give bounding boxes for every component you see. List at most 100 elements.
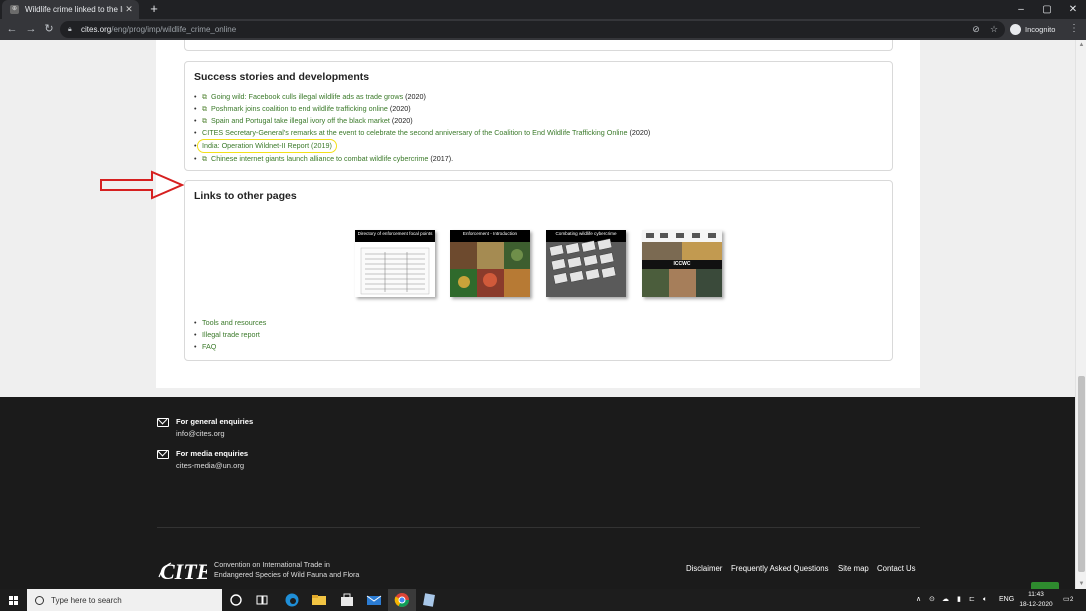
main-content: Success stories and developments ⧉ Going … <box>156 40 920 388</box>
scroll-up-icon[interactable]: ▲ <box>1078 42 1085 48</box>
external-link-icon: ⧉ <box>202 94 207 101</box>
thumbnail-iccwc[interactable]: ICCWC <box>642 230 722 297</box>
external-link-icon: ⧉ <box>202 156 207 163</box>
document-preview-image <box>360 247 430 295</box>
contact-us-link[interactable]: Contact Us <box>877 564 916 573</box>
success-stories-card: Success stories and developments ⧉ Going … <box>184 61 893 171</box>
yellow-highlight-circle: India: Operation Wildnet-II Report (2019… <box>197 139 337 153</box>
tray-app-icon[interactable]: ⊙ <box>929 589 935 611</box>
story-item: ⧉ Going wild: Facebook culls illegal wild… <box>194 91 650 103</box>
url-domain: cites.org <box>81 25 112 34</box>
keyboard-photo <box>546 238 626 297</box>
restore-button[interactable]: ▢ <box>1034 0 1060 19</box>
task-view-icon[interactable] <box>254 592 270 608</box>
reload-icon[interactable]: ↻ <box>42 22 56 36</box>
browser-tab[interactable]: ⊕ Wildlife crime linked to the Inter ✕ <box>2 0 139 19</box>
back-to-top-button[interactable] <box>1031 582 1059 589</box>
scroll-thumb[interactable] <box>1078 376 1085 572</box>
file-explorer-icon[interactable] <box>311 592 327 608</box>
network-icon[interactable]: ⊏ <box>969 589 975 611</box>
window-close-button[interactable]: ✕ <box>1060 0 1086 19</box>
thumbnail-row: Directory of enforcement focal points En… <box>355 230 735 300</box>
success-stories-heading: Success stories and developments <box>194 71 370 83</box>
edge-browser-icon[interactable] <box>284 592 300 608</box>
story-link[interactable]: Chinese internet giants launch alliance … <box>211 154 428 163</box>
bookmark-star-icon[interactable]: ☆ <box>988 21 1000 38</box>
thumbnail-enforcement[interactable]: Enforcement - Introduction <box>450 230 530 297</box>
disclaimer-link[interactable]: Disclaimer <box>686 564 722 573</box>
page-link[interactable]: FAQ <box>202 342 216 351</box>
story-link[interactable]: CITES Secretary-General's remarks at the… <box>202 128 628 137</box>
page-link-item: Illegal trade report <box>194 329 266 341</box>
page-link[interactable]: Illegal trade report <box>202 330 260 339</box>
svg-text:CITES: CITES <box>160 559 207 584</box>
mail-icon[interactable] <box>366 592 382 608</box>
story-link[interactable]: Poshmark joins coalition to end wildlife… <box>211 104 388 113</box>
story-item-highlighted: India: Operation Wildnet-II Report (2019… <box>194 139 650 153</box>
general-enquiries-title: For general enquiries <box>176 417 254 426</box>
volume-icon[interactable]: 🔈︎ <box>983 589 987 611</box>
external-link-icon: ⧉ <box>202 106 207 113</box>
tracking-blocked-icon[interactable]: ⊘ <box>970 21 982 38</box>
lock-icon: 🔒︎ <box>68 26 72 33</box>
story-link[interactable]: Spain and Portugal take illegal ivory of… <box>211 116 390 125</box>
action-center-icon[interactable]: ▭ <box>1063 589 1070 611</box>
cites-logo[interactable]: CITES <box>157 555 207 585</box>
incognito-indicator[interactable]: Incognito <box>1010 21 1064 38</box>
media-email-link[interactable]: cites-media@un.org <box>176 461 244 470</box>
faq-link[interactable]: Frequently Asked Questions <box>731 564 829 573</box>
convention-line-1: Convention on International Trade in <box>214 560 330 569</box>
convention-line-2: Endangered Species of Wild Fauna and Flo… <box>214 570 360 579</box>
story-item: ⧉ Spain and Portugal take illegal ivory o… <box>194 115 650 127</box>
address-bar[interactable]: 🔒︎ cites.org /eng/prog/imp/wildlife_crim… <box>60 21 1005 38</box>
taskbar-search-box[interactable]: Type here to search <box>27 589 222 611</box>
incognito-label: Incognito <box>1025 25 1056 34</box>
story-item: CITES Secretary-General's remarks at the… <box>194 127 650 139</box>
page-link-item: FAQ <box>194 341 266 353</box>
story-link[interactable]: India: Operation Wildnet-II Report (2019… <box>202 141 332 150</box>
cites-favicon-icon: ⊕ <box>10 5 19 14</box>
chrome-icon[interactable] <box>394 592 410 608</box>
envelope-icon <box>157 450 169 459</box>
notification-count: 2 <box>1070 597 1074 603</box>
windows-start-icon[interactable] <box>0 589 27 611</box>
other-pages-list: Tools and resources Illegal trade report… <box>194 317 266 353</box>
site-map-link[interactable]: Site map <box>838 564 869 573</box>
tab-close-icon[interactable]: ✕ <box>123 4 135 15</box>
forward-arrow-icon[interactable]: → <box>24 22 38 36</box>
new-tab-button[interactable]: + <box>147 2 161 16</box>
stories-list: ⧉ Going wild: Facebook culls illegal wild… <box>194 91 650 165</box>
browser-menu-icon[interactable]: ⋮ <box>1068 22 1080 36</box>
page-scrollbar[interactable]: ▲ ▼ <box>1075 40 1086 589</box>
browser-toolbar: ← → ↻ 🔒︎ cites.org /eng/prog/imp/wildlif… <box>0 19 1086 40</box>
clock-date: 18-12-2020 <box>1019 601 1053 608</box>
page-link-item: Tools and resources <box>194 317 266 329</box>
thumbnail-title: ICCWC <box>673 261 691 267</box>
incognito-icon <box>1010 24 1021 35</box>
tray-overflow-icon[interactable]: ∧ <box>916 589 921 611</box>
windows-taskbar: Type here to search ∧ ⊙ ☁ ▮ ⊏ 🔈︎ ENG 11:… <box>0 589 1086 611</box>
back-arrow-icon[interactable]: ← <box>5 22 19 36</box>
cortana-icon[interactable] <box>228 592 244 608</box>
store-icon[interactable] <box>339 592 355 608</box>
external-link-icon: ⧉ <box>202 118 207 125</box>
onedrive-cloud-icon[interactable]: ☁ <box>942 589 949 611</box>
battery-icon[interactable]: ▮ <box>957 589 961 611</box>
url-path: /eng/prog/imp/wildlife_crime_online <box>111 25 237 34</box>
minimize-button[interactable]: – <box>1008 0 1034 19</box>
thumbnail-focal-points[interactable]: Directory of enforcement focal points <box>355 230 435 297</box>
enforcement-photo-collage <box>450 242 530 297</box>
taskbar-clock[interactable]: 11:43 18-12-2020 <box>1016 590 1056 610</box>
language-indicator[interactable]: ENG <box>999 589 1014 611</box>
notes-app-icon[interactable] <box>421 592 437 608</box>
clock-time: 11:43 <box>1028 591 1044 598</box>
thumbnail-cybercrime[interactable]: Combating wildlife cybercrime <box>546 230 626 297</box>
tab-title: Wildlife crime linked to the Inter <box>25 5 123 14</box>
story-item: ⧉ Poshmark joins coalition to end wildlif… <box>194 103 650 115</box>
general-email-link[interactable]: info@cites.org <box>176 429 225 438</box>
story-link[interactable]: Going wild: Facebook culls illegal wildl… <box>211 92 403 101</box>
scroll-down-icon[interactable]: ▼ <box>1078 581 1085 587</box>
previous-section-card <box>184 40 893 51</box>
page-link[interactable]: Tools and resources <box>202 318 266 327</box>
browser-tab-strip: ⊕ Wildlife crime linked to the Inter ✕ +… <box>0 0 1086 19</box>
